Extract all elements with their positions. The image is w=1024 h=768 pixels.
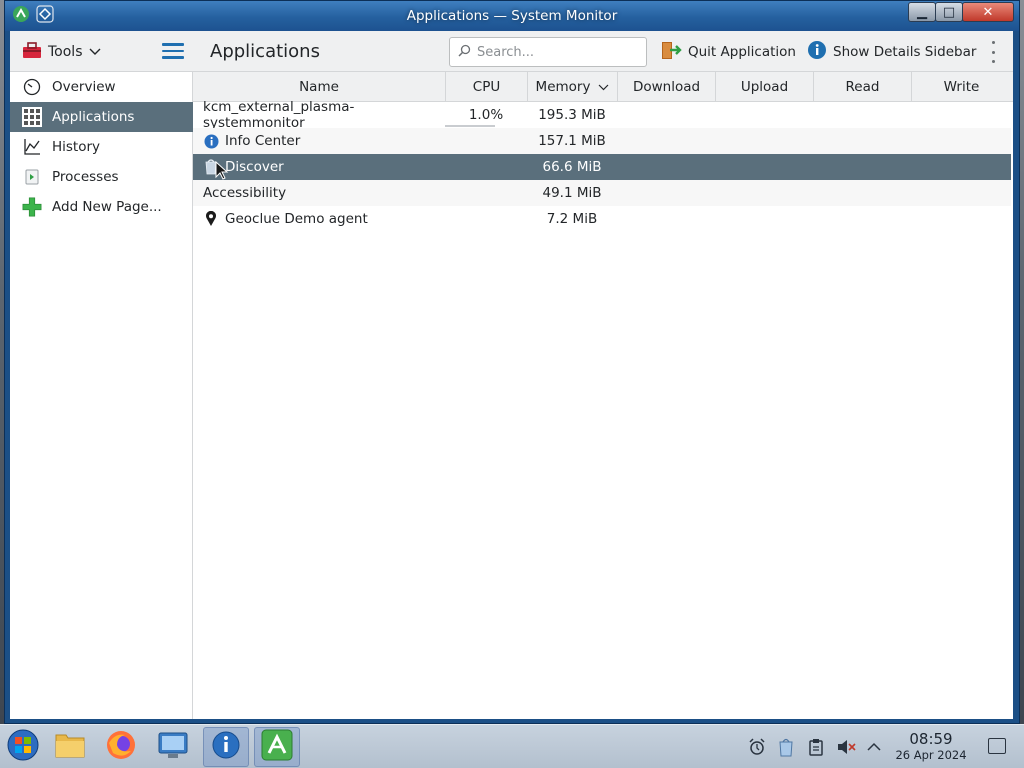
show-desktop-icon[interactable] — [988, 738, 1006, 754]
clipboard-icon[interactable] — [806, 737, 826, 757]
page-title: Applications — [210, 41, 320, 62]
minimize-button[interactable]: ▁ — [908, 2, 936, 22]
more-options-icon[interactable] — [989, 41, 997, 63]
cpu-value — [445, 128, 527, 154]
system-monitor-icon — [261, 729, 293, 765]
discover-tray-icon[interactable] — [776, 737, 796, 757]
memory-value: 7.2 MiB — [546, 211, 598, 227]
chevron-down-icon — [89, 44, 101, 60]
column-header-memory[interactable]: Memory — [528, 72, 618, 102]
sidebar-item-label: Processes — [52, 169, 119, 185]
info-icon — [807, 40, 827, 64]
memory-value: 157.1 MiB — [538, 133, 606, 149]
volume-muted-icon[interactable] — [836, 737, 856, 757]
app-name: kcm_external_plasma-systemmonitor — [203, 99, 355, 131]
sort-descending-icon — [598, 79, 609, 95]
location-pin-icon — [203, 211, 219, 227]
search-field[interactable] — [449, 37, 647, 67]
window-titlebar[interactable]: Applications — System Monitor ▁ □ ✕ — [5, 1, 1019, 31]
table-row[interactable]: Geoclue Demo agent 7.2 MiB — [193, 206, 1011, 232]
table-row[interactable]: Accessibility 49.1 MiB — [193, 180, 1011, 206]
mouse-cursor-icon — [215, 161, 229, 180]
sidebar-item-label: Applications — [52, 109, 135, 125]
memory-value: 49.1 MiB — [542, 185, 602, 201]
sidebar-item-add-new-page[interactable]: Add New Page... — [10, 192, 193, 222]
taskbar: 08:59 26 Apr 2024 — [0, 724, 1024, 768]
taskbar-system-monitor[interactable] — [254, 727, 300, 767]
table-row-selected[interactable]: Discover 66.6 MiB — [193, 154, 1011, 180]
sidebar-item-processes[interactable]: Processes — [10, 162, 193, 192]
column-header-label: Memory — [535, 79, 591, 95]
column-header-download[interactable]: Download — [618, 72, 716, 102]
table-header: Name CPU Memory Download Upload Read Wri… — [193, 72, 1013, 102]
quit-application-label: Quit Application — [688, 44, 796, 60]
search-input[interactable] — [477, 44, 637, 60]
system-monitor-window: Applications — System Monitor ▁ □ ✕ Tool… — [4, 0, 1020, 724]
maximize-button[interactable]: □ — [935, 2, 963, 22]
app-name-cell: Info Center — [203, 128, 443, 154]
clock-time[interactable]: 08:59 — [900, 730, 962, 748]
app-name: Accessibility — [203, 185, 287, 201]
show-details-sidebar-label: Show Details Sidebar — [833, 44, 977, 60]
tools-menu-button[interactable]: Tools — [22, 39, 112, 65]
sidebar-item-label: History — [52, 139, 101, 155]
plus-icon — [22, 197, 42, 217]
quit-application-button[interactable]: Quit Application — [660, 39, 796, 65]
taskbar-system-settings[interactable] — [150, 727, 196, 767]
cpu-value — [445, 206, 527, 232]
search-icon — [458, 44, 471, 61]
taskbar-file-manager[interactable] — [47, 727, 93, 767]
app-name-cell: Discover — [203, 154, 443, 180]
alarm-clock-icon[interactable] — [747, 737, 767, 757]
firefox-icon — [105, 729, 137, 765]
file-manager-icon — [54, 731, 86, 763]
app-name: Info Center — [225, 133, 301, 149]
window-content: Tools Applications Quit Application — [10, 31, 1013, 719]
memory-value: 195.3 MiB — [538, 107, 606, 123]
app-name-cell: Geoclue Demo agent — [203, 206, 443, 232]
column-header-read[interactable]: Read — [814, 72, 912, 102]
sidebar-item-label: Overview — [52, 79, 116, 95]
cpu-value — [445, 154, 527, 180]
tools-label: Tools — [48, 44, 83, 60]
speedometer-icon — [22, 77, 42, 97]
window-title: Applications — System Monitor — [406, 8, 618, 24]
close-button[interactable]: ✕ — [962, 2, 1014, 22]
app-name: Discover — [225, 159, 284, 175]
toolbar: Tools Applications Quit Application — [10, 31, 1013, 72]
terminal-icon — [22, 167, 42, 187]
chevron-up-icon[interactable] — [864, 737, 884, 757]
table-row[interactable]: kcm_external_plasma-systemmonitor 1.0% 1… — [193, 99, 1011, 131]
info-center-icon — [211, 730, 241, 764]
column-header-upload[interactable]: Upload — [716, 72, 814, 102]
app-name: Geoclue Demo agent — [225, 211, 368, 227]
table-row[interactable]: Info Center 157.1 MiB — [193, 128, 1011, 154]
hamburger-menu-icon[interactable] — [162, 43, 184, 61]
taskbar-info-center[interactable] — [203, 727, 249, 767]
chart-line-icon — [22, 137, 42, 157]
applications-grid-icon — [22, 107, 42, 127]
column-header-cpu[interactable]: CPU — [446, 72, 528, 102]
column-header-name[interactable]: Name — [193, 72, 446, 102]
show-details-sidebar-button[interactable]: Show Details Sidebar — [807, 39, 976, 65]
info-icon — [203, 133, 219, 149]
sidebar-item-overview[interactable]: Overview — [10, 72, 193, 102]
cpu-value — [445, 180, 527, 206]
cpu-usage-bar — [445, 125, 495, 127]
applications-table: Name CPU Memory Download Upload Read Wri… — [193, 72, 1013, 719]
taskbar-firefox[interactable] — [98, 727, 144, 767]
column-header-write[interactable]: Write — [912, 72, 1011, 102]
system-settings-icon — [157, 730, 189, 764]
start-orb-icon — [6, 728, 40, 766]
sidebar-item-label: Add New Page... — [52, 199, 162, 215]
start-menu-button[interactable] — [0, 727, 46, 767]
toolbox-icon — [22, 41, 42, 63]
exit-door-icon — [660, 40, 682, 64]
sidebar: Overview Applications History Processes — [10, 72, 193, 719]
clock-date[interactable]: 26 Apr 2024 — [890, 748, 972, 762]
memory-value: 66.6 MiB — [542, 159, 602, 175]
sidebar-item-history[interactable]: History — [10, 132, 193, 162]
sidebar-item-applications[interactable]: Applications — [10, 102, 193, 132]
